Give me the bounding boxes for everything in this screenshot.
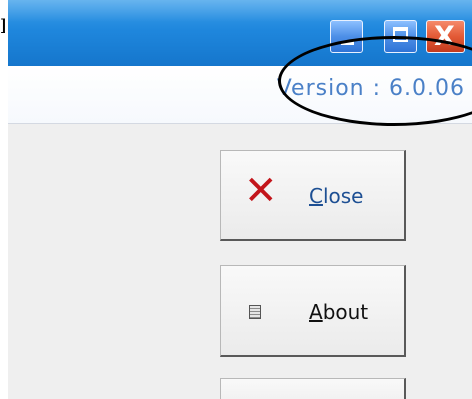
about-button[interactable]: About [220,265,406,357]
close-x-icon: ✕ [244,168,278,214]
close-access-key: C [309,184,323,208]
close-button[interactable]: ✕ Close [220,150,406,241]
document-icon [249,305,261,319]
partial-button[interactable] [220,378,406,399]
about-access-key: A [309,300,323,324]
page: I X Version : 6.0.06 ✕ Close About [0,0,472,399]
about-label-rest: bout [322,300,369,324]
close-button-label: Close [309,184,364,208]
application-window: X Version : 6.0.06 ✕ Close About [8,0,472,399]
left-edge-text: I [0,14,5,38]
close-label-rest: lose [322,184,364,208]
title-bar-highlight [8,0,472,22]
about-button-label: About [309,300,368,324]
